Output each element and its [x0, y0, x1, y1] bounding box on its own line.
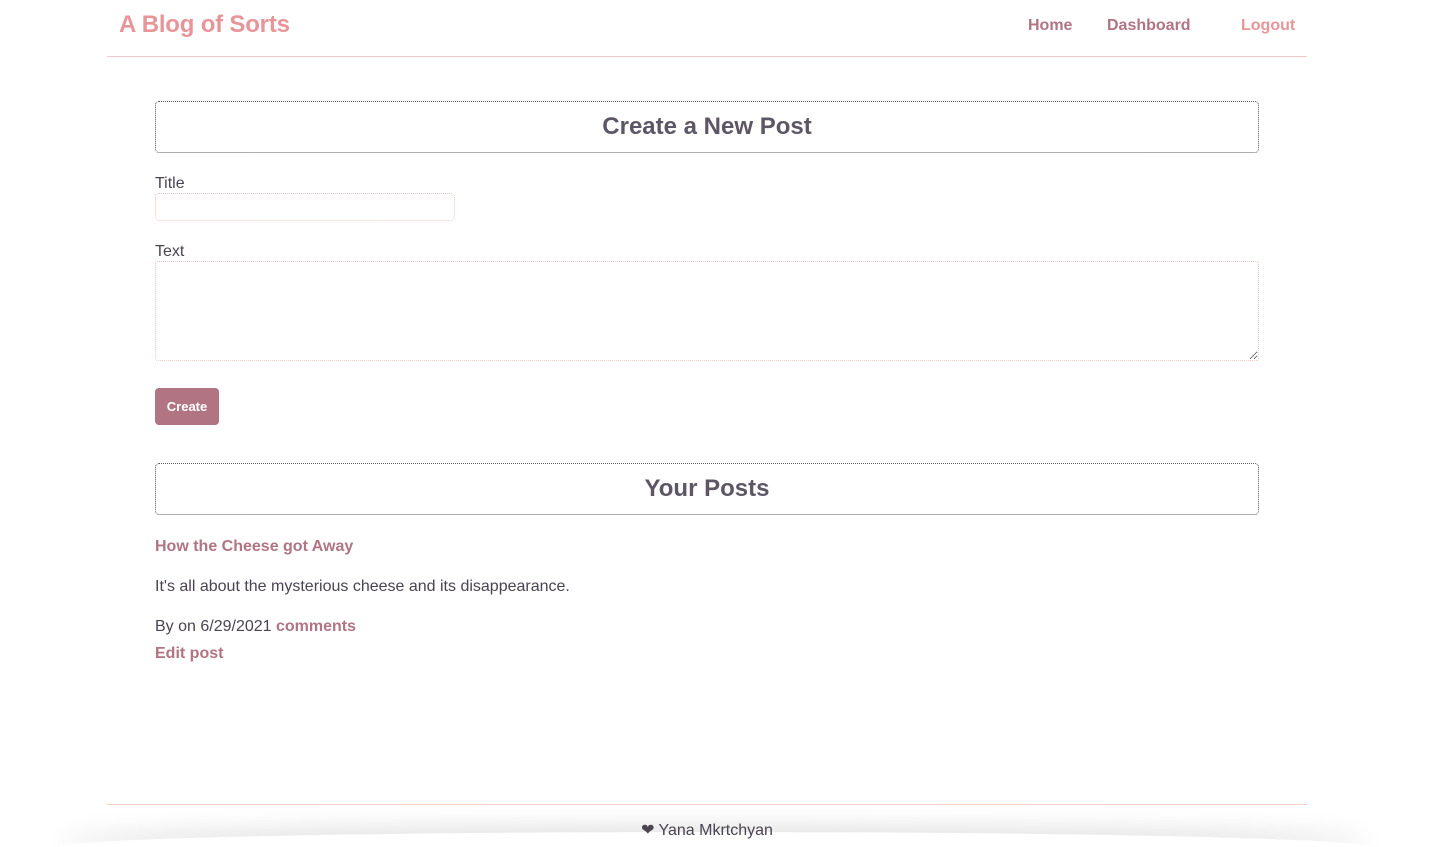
main-content: Create a New Post Title Text Create Your…	[155, 101, 1259, 663]
brand-logo-link[interactable]: A Blog of Sorts	[119, 11, 290, 39]
your-posts-heading: Your Posts	[155, 463, 1259, 515]
site-footer: ❤ Yana Mkrtchyan	[107, 804, 1307, 847]
text-textarea[interactable]	[155, 261, 1259, 361]
post-comments-link[interactable]: comments	[276, 618, 356, 635]
nav-dashboard-link[interactable]: Dashboard	[1107, 17, 1191, 35]
text-label: Text	[155, 243, 185, 260]
create-post-heading: Create a New Post	[155, 101, 1259, 153]
heart-icon: ❤	[641, 822, 655, 839]
post-body: It's all about the mysterious cheese and…	[155, 578, 570, 595]
edit-post-link[interactable]: Edit post	[155, 645, 1259, 663]
post-item: How the Cheese got Away It's all about t…	[155, 538, 1259, 663]
footer-author: Yana Mkrtchyan	[658, 822, 773, 839]
title-label: Title	[155, 175, 185, 192]
post-title-link[interactable]: How the Cheese got Away	[155, 538, 1259, 556]
site-header: A Blog of Sorts Home Dashboard Logout	[107, 0, 1307, 57]
nav-home-link[interactable]: Home	[1028, 17, 1072, 35]
footer-credit: ❤ Yana Mkrtchyan	[641, 820, 773, 840]
post-meta: By on 6/29/2021 comments	[155, 618, 1259, 636]
nav-logout-link[interactable]: Logout	[1241, 17, 1295, 35]
create-post-form: Create a New Post Title Text Create	[155, 101, 1259, 425]
title-input[interactable]	[155, 193, 455, 221]
post-meta-text: By on 6/29/2021	[155, 618, 272, 635]
create-button[interactable]: Create	[155, 388, 219, 425]
